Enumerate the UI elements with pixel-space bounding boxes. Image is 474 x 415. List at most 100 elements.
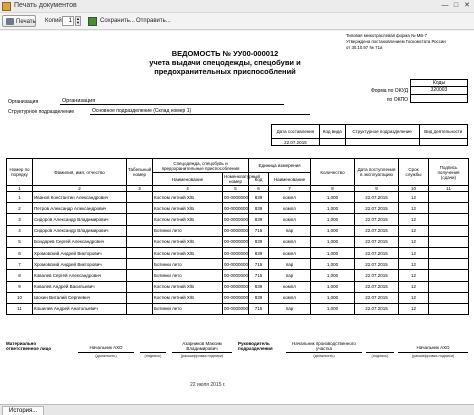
meta-header: Код вида: [318, 124, 346, 139]
head-position: Начальник производственного участка: [292, 341, 356, 351]
print-button[interactable]: Печать: [2, 15, 36, 27]
col-header-spec-group: Спецодежда, спецобувь и предохранительны…: [152, 158, 249, 173]
meta-value: [344, 138, 420, 146]
close-icon[interactable]: ✕: [462, 1, 472, 11]
meta-header: Вид деятельности: [418, 124, 468, 139]
org-value: Организация: [60, 98, 284, 105]
head-name: Начальник АХО: [416, 345, 450, 350]
cell-num: 4: [6, 224, 33, 237]
cell-date: 22.07.2015: [354, 280, 399, 293]
copies-input[interactable]: 1: [62, 16, 74, 26]
cell-tab: [126, 280, 153, 293]
cell-num: 3: [6, 213, 33, 226]
cell-nomenclature: 00-00000002: [222, 235, 249, 248]
cell-nomenclature: 00-00000002: [222, 213, 249, 226]
table-body: 1 Иванов Константин Александрович Костюм л…: [6, 190, 469, 316]
cell-fio: Иванов Константин Александрович: [32, 190, 127, 204]
window-titlebar: Печать документов — □ ✕: [0, 0, 474, 13]
cell-sign: [428, 302, 469, 316]
cell-code: 715: [248, 269, 269, 282]
table-row: 8 Ковалев Сергей Александрович Ботинки лет…: [6, 269, 469, 282]
cell-name: Костюм летний Х/Б: [152, 291, 223, 304]
cell-term: 12: [398, 291, 429, 304]
cell-fio: Шохин Виталий Сергеевич: [32, 291, 127, 304]
cell-fio: Хромовский Андрей Викторович: [32, 258, 127, 271]
cell-unit: компл: [268, 291, 311, 304]
cell-unit: пар: [268, 258, 311, 271]
cell-tab: [126, 246, 153, 260]
cell-term: 12: [398, 235, 429, 248]
cell-tab: [126, 258, 153, 271]
save-icon[interactable]: [88, 17, 97, 26]
meta-header: Структурное подразделение: [344, 124, 420, 139]
cell-term: 12: [398, 269, 429, 282]
okud-code: 320003: [410, 87, 468, 95]
cell-qty: 1,000: [310, 202, 355, 215]
minimize-icon[interactable]: —: [440, 1, 450, 11]
cell-date: 22.07.2015: [354, 190, 399, 204]
cell-nomenclature: 00-00000002: [222, 246, 249, 260]
col-header-qty: Количество: [310, 158, 355, 186]
meta-header: Дата составления: [271, 124, 320, 139]
save-button[interactable]: Сохранить...: [100, 15, 135, 27]
cell-num: 7: [6, 258, 33, 271]
cell-tab: [126, 213, 153, 226]
cell-qty: 1,000: [310, 235, 355, 248]
cell-unit: компл: [268, 246, 311, 260]
cell-code: 839: [248, 202, 269, 215]
cell-sign: [428, 291, 469, 304]
cell-sign: [428, 280, 469, 293]
table-row: 9 Ковалев Андрей Васильевич Костюм летний …: [6, 280, 469, 293]
issuance-table: Номер по порядку Фамилия, имя, отчество …: [6, 158, 469, 316]
cell-date: 22.07.2015: [354, 246, 399, 260]
footer-date: 22 июля 2015 г.: [190, 382, 226, 388]
cell-sign: [428, 202, 469, 215]
cell-name: Костюм летний Х/Б: [152, 213, 223, 226]
col-header-nomenclature: Номенклатурный номер: [222, 172, 260, 186]
okpo-code: [410, 95, 468, 103]
col-header-sign: Подпись получения (сдачи): [428, 158, 469, 186]
app-icon: [2, 2, 11, 11]
cell-unit: компл: [268, 235, 311, 248]
cell-fio: Хромовский Андрей Викторович: [32, 246, 127, 260]
meta-table: Дата составления Код вида Структурное по…: [271, 124, 468, 146]
table-row: 7 Хромовский Андрей Викторович Ботинки лет…: [6, 258, 469, 271]
tab-history[interactable]: История...: [2, 406, 45, 415]
codes-box: Коды 320003: [410, 79, 468, 103]
cell-term: 12: [398, 202, 429, 215]
cell-tab: [126, 202, 153, 215]
okpo-label: по ОКПО: [386, 97, 408, 103]
cell-sign: [428, 246, 469, 260]
cell-num: 10: [6, 291, 33, 304]
cell-code: 839: [248, 190, 269, 204]
cell-name: Костюм летний Х/Б: [152, 202, 223, 215]
copies-label: Копий:: [45, 18, 64, 24]
cell-name: Ботинки лето: [152, 269, 223, 282]
dept-value: Основное подразделение (Склад номер 1): [90, 108, 310, 115]
copies-spinner[interactable]: ▲ ▼: [75, 16, 81, 26]
cell-qty: 1,000: [310, 190, 355, 204]
meta-value: 22.07.2015: [271, 138, 320, 146]
cell-fio: Ковалев Андрей Васильевич: [32, 280, 127, 293]
dept-label: Структурное подразделение: [8, 109, 75, 115]
cell-qty: 1,000: [310, 246, 355, 260]
table-row: 11 Кошелев Андрей Анатольевич Ботинки лето…: [6, 302, 469, 316]
cell-qty: 1,000: [310, 224, 355, 237]
cell-term: 12: [398, 302, 429, 316]
cell-code: 715: [248, 302, 269, 316]
col-header-name: Наименование: [152, 172, 223, 186]
cell-name: Ботинки лето: [152, 302, 223, 316]
cell-unit: компл: [268, 190, 311, 204]
cell-tab: [126, 269, 153, 282]
cell-date: 22.07.2015: [354, 258, 399, 271]
cell-unit: пар: [268, 224, 311, 237]
okud-label: Форма по ОКУД: [370, 88, 408, 94]
cell-code: 839: [248, 235, 269, 248]
document-preview[interactable]: Типовая межотраслевая форма № МБ-7 Утвер…: [0, 31, 474, 404]
cell-term: 12: [398, 258, 429, 271]
send-button[interactable]: Отправить...: [136, 15, 171, 27]
cell-nomenclature: 00-00000002: [222, 280, 249, 293]
maximize-icon[interactable]: □: [451, 1, 461, 11]
tab-bar: История...: [0, 404, 474, 415]
cell-term: 12: [398, 224, 429, 237]
